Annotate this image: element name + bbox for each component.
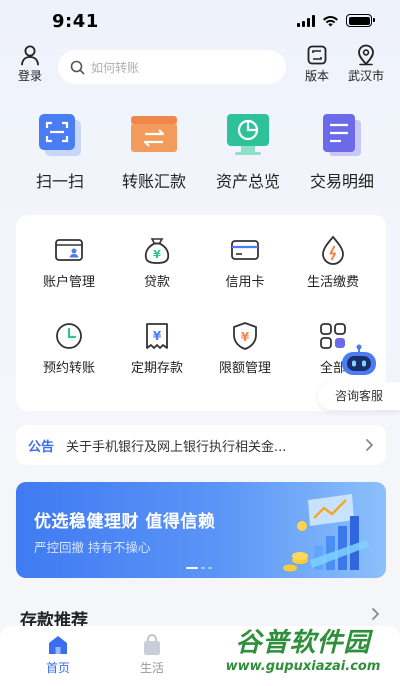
account-card-icon xyxy=(55,239,83,261)
service-label: 账户管理 xyxy=(42,275,95,290)
service-label: 限额管理 xyxy=(218,361,271,376)
service-label: 定期存款 xyxy=(130,361,183,376)
clock-icon xyxy=(56,323,82,349)
bottom-tab-bar: 首页 生活 谷普软件园 www.gupuxiazai.com xyxy=(0,626,400,686)
announcement-tag: 公告 xyxy=(28,439,55,455)
service-limit-management[interactable]: ¥ 限额管理 xyxy=(202,321,288,376)
search-input[interactable]: 如何转账 xyxy=(58,50,286,84)
credit-card-icon xyxy=(231,240,259,260)
quick-action-label: 交易明细 xyxy=(309,172,374,191)
version-switch-icon xyxy=(307,45,327,65)
announcement-text: 关于手机银行及网上银行执行相关金... xyxy=(66,439,287,455)
svg-text:¥: ¥ xyxy=(153,248,161,261)
transfer-icon xyxy=(131,112,177,158)
status-bar: 9:41 xyxy=(0,0,400,44)
tab-home[interactable]: 首页 xyxy=(28,634,88,676)
utility-drop-icon xyxy=(322,235,344,265)
tab-label: 生活 xyxy=(139,661,164,675)
service-account-management[interactable]: 账户管理 xyxy=(26,235,112,290)
quick-action-label: 扫一扫 xyxy=(35,172,84,191)
service-label: 信用卡 xyxy=(225,275,265,290)
service-credit-card[interactable]: 信用卡 xyxy=(202,235,288,290)
quick-actions: 扫一扫 转账汇款 资产总览 交易明细 xyxy=(0,112,400,202)
asset-overview-icon xyxy=(225,112,271,158)
service-utility-payment[interactable]: 生活缴费 xyxy=(290,235,376,290)
customer-service-float[interactable]: 咨询客服 xyxy=(318,344,400,410)
search-icon xyxy=(70,60,85,74)
watermark-logo: 谷普软件园 www.gupuxiazai.com xyxy=(225,628,381,674)
status-time: 9:41 xyxy=(52,11,99,32)
banner-pagination xyxy=(186,567,212,569)
banner-title: 优选稳健理财 值得信赖 xyxy=(34,512,216,532)
service-label: 生活缴费 xyxy=(306,275,359,290)
tab-label: 首页 xyxy=(45,661,70,675)
shield-yen-icon: ¥ xyxy=(233,322,257,350)
service-fixed-deposit[interactable]: ¥ 定期存款 xyxy=(114,321,200,376)
status-icons xyxy=(297,14,375,27)
quick-action-label: 转账汇款 xyxy=(121,172,186,191)
tab-life[interactable]: 生活 xyxy=(122,634,182,676)
login-button[interactable]: 登录 xyxy=(14,44,46,84)
quick-action-label: 资产总览 xyxy=(215,172,280,191)
service-label: 预约转账 xyxy=(42,361,95,376)
login-label: 登录 xyxy=(17,69,42,83)
finance-chart-illustration xyxy=(283,494,370,572)
deposit-icon: ¥ xyxy=(146,323,168,349)
location-pin-icon xyxy=(358,44,374,66)
location-button[interactable]: 武汉市 xyxy=(346,44,386,84)
search-placeholder: 如何转账 xyxy=(91,60,140,75)
cellular-signal-icon xyxy=(297,14,315,27)
banner-subtitle: 严控回撤 持有不操心 xyxy=(34,540,151,555)
transaction-detail-icon xyxy=(319,112,365,158)
quick-action-transactions[interactable]: 交易明细 xyxy=(297,112,387,192)
city-label: 武汉市 xyxy=(347,69,384,83)
svg-text:¥: ¥ xyxy=(241,330,250,344)
robot-icon xyxy=(342,344,376,375)
chevron-right-icon[interactable] xyxy=(370,606,380,622)
version-label: 版本 xyxy=(304,69,329,83)
service-label: 贷款 xyxy=(143,275,170,290)
quick-action-assets[interactable]: 资产总览 xyxy=(203,112,293,192)
svg-text:¥: ¥ xyxy=(153,329,162,343)
shopping-bag-icon xyxy=(144,634,160,655)
loan-bag-icon: ¥ xyxy=(144,238,170,264)
user-icon xyxy=(21,45,39,66)
chevron-right-icon xyxy=(366,439,373,451)
service-scheduled-transfer[interactable]: 预约转账 xyxy=(26,321,112,376)
version-button[interactable]: 版本 xyxy=(297,44,337,84)
battery-icon xyxy=(346,14,375,27)
scan-icon xyxy=(37,112,83,158)
wifi-icon xyxy=(323,15,338,26)
home-icon xyxy=(49,636,67,654)
service-loan[interactable]: ¥ 贷款 xyxy=(114,235,200,290)
promo-banner[interactable]: 优选稳健理财 值得信赖 严控回撤 持有不操心 xyxy=(16,482,386,578)
announcement-bar[interactable]: 公告 关于手机银行及网上银行执行相关金... xyxy=(16,425,386,465)
quick-action-transfer[interactable]: 转账汇款 xyxy=(109,112,199,192)
quick-action-scan[interactable]: 扫一扫 xyxy=(15,112,105,192)
customer-service-label: 咨询客服 xyxy=(318,382,400,410)
header: 登录 如何转账 版本 武汉市 xyxy=(0,44,400,96)
